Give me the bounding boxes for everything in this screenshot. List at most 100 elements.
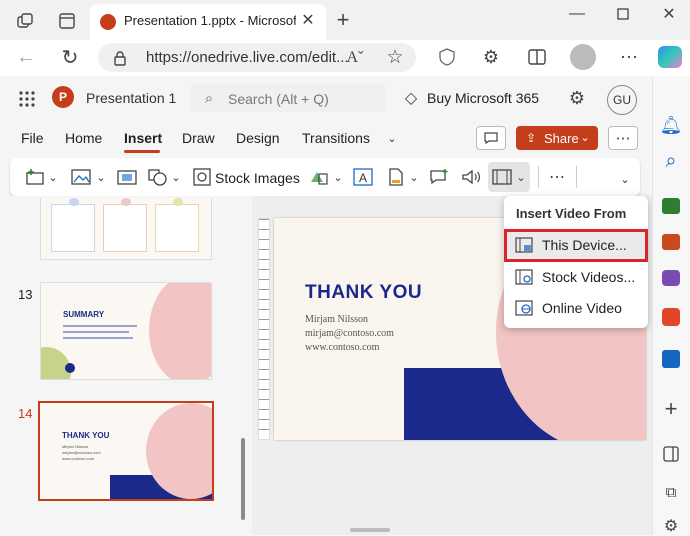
slide-14-web: www.contoso.com [62,456,95,461]
shopping-icon[interactable] [662,198,680,214]
office-icon[interactable] [662,308,680,326]
ribbon-divider [576,166,577,188]
textbox-icon[interactable]: A [352,167,374,187]
slide-13-title: SUMMARY [63,310,105,319]
comment-insert-icon[interactable] [428,167,450,187]
powerpoint-logo-icon: P [52,86,74,108]
editor-scrollbar[interactable] [350,528,390,532]
screenshot-icon[interactable] [116,167,138,187]
avatar[interactable]: GU [607,85,637,115]
image-icon[interactable] [70,167,92,187]
stock-images-label[interactable]: Stock Images [215,170,300,186]
slide-14-name: Mirjam Nilsson [62,444,89,449]
settings-gear-icon[interactable]: ⚙ [566,88,588,108]
tab-home[interactable]: Home [65,130,102,146]
comments-icon[interactable] [476,126,506,150]
new-slide-chevron-icon[interactable]: ⌄ [47,170,59,184]
vertical-ruler [258,218,270,440]
sidebar-search-icon[interactable]: ⌕ [660,150,682,172]
refresh-icon[interactable]: ↻ [58,46,82,69]
close-tab-icon[interactable]: ✕ [298,10,318,30]
extensions-icon[interactable]: ⚙ [480,46,502,68]
slide-name[interactable]: Mirjam Nilsson [305,314,368,325]
slide-thumbnail-13[interactable]: SUMMARY [40,282,212,380]
vertical-tabs-icon[interactable] [56,10,78,32]
icons-icon[interactable] [308,167,330,187]
menu-header: Insert Video From [516,206,627,221]
profile-icon[interactable] [570,44,596,70]
new-tab-icon[interactable]: + [332,7,354,32]
favorite-star-icon[interactable]: ☆ [384,46,406,68]
read-aloud-icon[interactable]: Aˇ [344,47,366,69]
sidebar-settings-icon[interactable]: ⚙ [660,516,682,535]
slide-web[interactable]: www.contoso.com [305,342,379,353]
tab-file[interactable]: File [21,130,44,146]
search-input[interactable]: Search (Alt + Q) [228,91,329,107]
collapse-ribbon-chevron-icon[interactable]: ⌄ [618,172,632,186]
close-window-icon[interactable]: ✕ [658,4,680,24]
workspaces-icon[interactable] [14,10,36,32]
add-sidebar-icon[interactable]: + [660,396,682,421]
buy-microsoft-link[interactable]: Buy Microsoft 365 [427,90,539,106]
lock-icon [110,48,130,68]
share-chevron-icon: ⌄ [580,131,590,144]
games-icon[interactable] [662,270,680,286]
stock-videos-label: Stock Videos... [542,269,636,285]
app-launcher-icon[interactable] [16,88,38,110]
slide-number-14: 14 [18,406,33,421]
external-link-icon[interactable]: ⧉ [660,482,682,502]
ribbon-divider [538,166,539,188]
image-chevron-icon[interactable]: ⌄ [95,170,107,184]
header-footer-chevron-icon[interactable]: ⌄ [408,170,420,184]
split-screen-icon[interactable] [526,46,548,68]
more-tabs-chevron-icon[interactable]: ⌄ [384,130,400,146]
thumbnail-scrollbar[interactable] [241,438,245,520]
tab-design[interactable]: Design [236,130,280,146]
url-text[interactable]: https://onedrive.live.com/edit... [146,49,349,66]
shapes-chevron-icon[interactable]: ⌄ [170,170,182,184]
minimize-icon[interactable]: — [566,4,588,24]
header-footer-icon[interactable] [386,167,406,187]
back-icon[interactable]: ← [14,46,38,68]
search-icon: ⌕ [204,89,214,107]
more-options-icon[interactable]: ⋯ [608,126,638,150]
ribbon-more-icon[interactable]: ⋯ [546,167,568,187]
online-video-option[interactable]: Online Video [504,293,648,323]
audio-icon[interactable] [460,167,482,187]
share-icon: ⇪ [525,131,537,145]
tab-title: Presentation 1.pptx - Microsoft P [124,13,296,28]
slide-14-title: THANK YOU [62,431,110,440]
slide-thumbnail-12[interactable] [40,198,212,260]
copilot-icon[interactable] [658,46,682,68]
stock-videos-option[interactable]: Stock Videos... [504,262,648,292]
document-title[interactable]: Presentation 1 [86,90,176,106]
tools-icon[interactable] [662,234,680,250]
new-slide-icon[interactable] [24,167,46,187]
video-chevron-icon: ⌄ [516,171,526,184]
maximize-icon[interactable] [612,4,634,24]
edge-sidebar [652,76,690,535]
shapes-icon[interactable] [146,167,168,187]
active-tab-indicator [124,150,160,153]
tab-draw[interactable]: Draw [182,130,215,146]
slide-title[interactable]: THANK YOU [305,282,422,304]
share-label: Share [544,131,579,146]
slide-14-email: mirjam@contoso.com [62,450,101,455]
online-video-label: Online Video [542,300,622,316]
tab-transitions[interactable]: Transitions [302,130,370,146]
online-video-icon [514,300,534,316]
icons-chevron-icon[interactable]: ⌄ [332,170,344,184]
sidebar-layout-icon[interactable] [660,444,682,464]
slide-thumbnail-14[interactable]: THANK YOU Mirjam Nilsson mirjam@contoso.… [38,401,214,501]
stock-images-icon[interactable] [192,167,212,187]
browser-menu-icon[interactable]: ⋯ [618,46,640,68]
outlook-icon[interactable] [662,350,680,368]
diamond-icon: ◇ [404,90,418,107]
tracking-prevention-icon[interactable] [436,46,458,68]
tab-insert[interactable]: Insert [124,130,162,146]
stock-videos-icon [514,269,534,285]
slide-email[interactable]: mirjam@contoso.com [305,328,394,339]
svg-text:A: A [359,171,367,185]
notification-bell-icon[interactable]: 🔔︎ [660,114,683,136]
highlight-box [504,229,648,262]
